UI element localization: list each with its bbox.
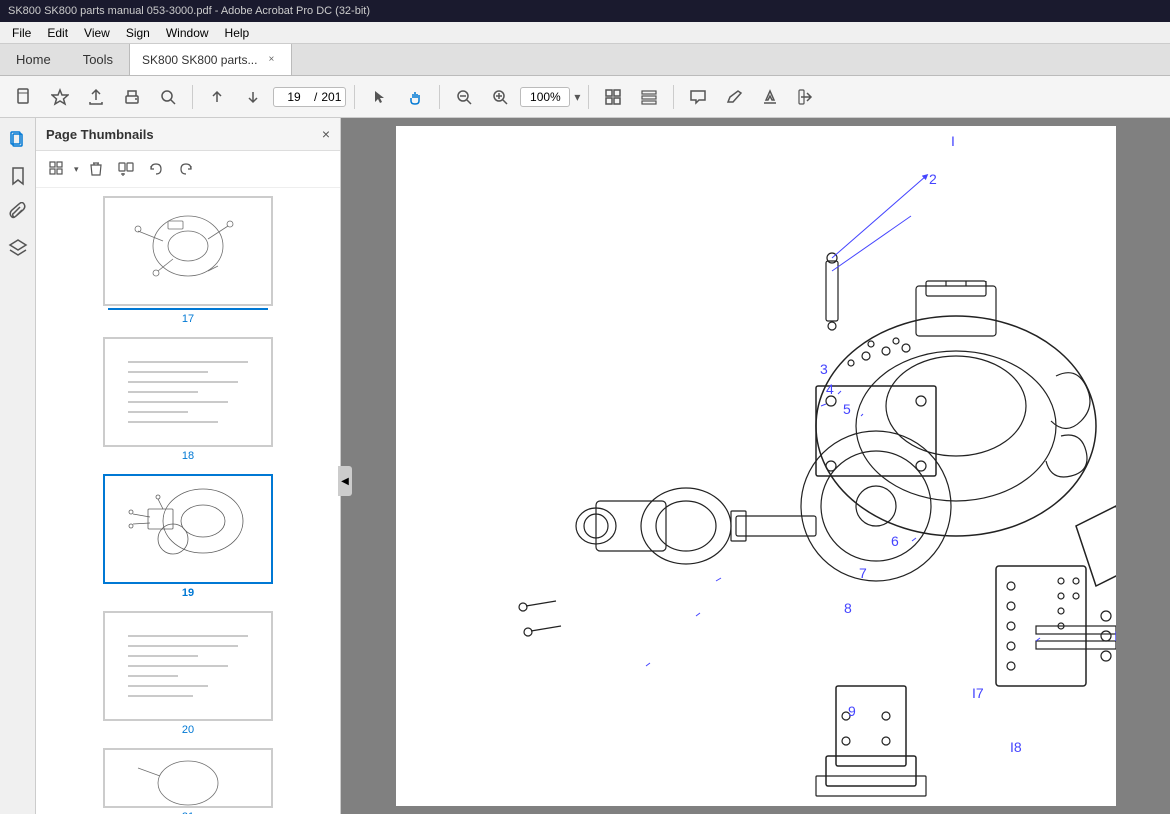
zoom-in-button[interactable] (484, 82, 516, 112)
page-separator: / (314, 90, 317, 104)
svg-text:3: 3 (820, 361, 828, 377)
next-page-button[interactable] (237, 82, 269, 112)
sep5 (673, 85, 674, 109)
thumbnails-container: 17 (36, 188, 340, 814)
page-nav: / 201 (273, 87, 346, 107)
thumbnails-panel: Page Thumbnails × ▾ (36, 118, 341, 814)
tab-tools[interactable]: Tools (67, 44, 129, 75)
main-content: Page Thumbnails × ▾ (0, 118, 1170, 814)
search-button[interactable] (152, 82, 184, 112)
thumbnail-label-20: 20 (182, 724, 194, 736)
zoom-input[interactable] (520, 87, 570, 107)
layers-panel-icon[interactable] (4, 234, 32, 262)
menu-bar: File Edit View Sign Window Help (0, 22, 1170, 44)
svg-text:9: 9 (848, 703, 856, 719)
tab-home[interactable]: Home (0, 44, 67, 75)
zoom-controls: ▾ (520, 87, 580, 107)
panel-undo-button[interactable] (143, 157, 169, 181)
thumbnail-wrapper-20 (103, 611, 273, 721)
star-button[interactable] (44, 82, 76, 112)
sep4 (588, 85, 589, 109)
sep2 (354, 85, 355, 109)
panel-insert-button[interactable] (113, 157, 139, 181)
page-input[interactable] (278, 90, 310, 104)
zoom-out-button[interactable] (448, 82, 480, 112)
thumbnail-label-19: 19 (182, 587, 194, 599)
thumbnail-page-17[interactable]: 17 (44, 196, 332, 325)
menu-file[interactable]: File (4, 24, 39, 42)
new-button[interactable] (8, 82, 40, 112)
print-button[interactable] (116, 82, 148, 112)
upload-button[interactable] (80, 82, 112, 112)
icon-strip (0, 118, 36, 814)
page-total: 201 (321, 90, 341, 104)
svg-text:I0: I0 (1114, 628, 1116, 644)
toolbar: / 201 ▾ (0, 76, 1170, 118)
pencil-button[interactable] (718, 82, 750, 112)
thumbnail-wrapper-21 (103, 748, 273, 808)
menu-sign[interactable]: Sign (118, 24, 158, 42)
tab-document-label: SK800 SK800 parts... (142, 53, 257, 67)
pages-panel-icon[interactable] (4, 126, 32, 154)
svg-text:4: 4 (826, 381, 834, 397)
thumbnail-label-17: 17 (182, 313, 194, 325)
title-bar: SK800 SK800 parts manual 053-3000.pdf - … (0, 0, 1170, 22)
thumbnail-wrapper-17 (103, 196, 273, 306)
svg-text:I7: I7 (972, 685, 984, 701)
svg-text:7: 7 (859, 565, 867, 581)
comment-button[interactable] (682, 82, 714, 112)
thumbnail-wrapper-18 (103, 337, 273, 447)
tab-bar: Home Tools SK800 SK800 parts... × (0, 44, 1170, 76)
tab-document[interactable]: SK800 SK800 parts... × (129, 44, 292, 75)
attachments-panel-icon[interactable] (4, 198, 32, 226)
menu-edit[interactable]: Edit (39, 24, 76, 42)
highlight-button[interactable] (754, 82, 786, 112)
panel-grid-button[interactable] (44, 157, 70, 181)
thumbnail-page-21[interactable]: 21 (44, 748, 332, 814)
tab-close-button[interactable]: × (263, 52, 279, 68)
thumbnail-page-20[interactable]: 20 (44, 611, 332, 736)
svg-text:I8: I8 (1010, 739, 1022, 755)
panel-redo-button[interactable] (173, 157, 199, 181)
thumbnail-page-18[interactable]: 18 (44, 337, 332, 462)
hand-tool-button[interactable] (399, 82, 431, 112)
svg-text:I: I (951, 133, 955, 149)
panel-collapse-button[interactable]: ◀ (338, 466, 352, 496)
panel-delete-button[interactable] (83, 157, 109, 181)
bookmarks-panel-icon[interactable] (4, 162, 32, 190)
prev-page-button[interactable] (201, 82, 233, 112)
panel-toolbar: ▾ (36, 151, 340, 188)
thumbnail-page-19[interactable]: 19 (44, 474, 332, 599)
svg-text:6: 6 (891, 533, 899, 549)
svg-text:5: 5 (843, 401, 851, 417)
svg-text:8: 8 (844, 600, 852, 616)
pdf-page: I 2 3 4 5 6 7 8 9 I0 II I2 I2 I3 I4 I5 I… (396, 126, 1116, 806)
sep3 (439, 85, 440, 109)
sep1 (192, 85, 193, 109)
tool-grid-button[interactable] (597, 82, 629, 112)
select-tool-button[interactable] (363, 82, 395, 112)
thumbnail-wrapper-19 (103, 474, 273, 584)
tool-list-button[interactable] (633, 82, 665, 112)
pdf-area[interactable]: I 2 3 4 5 6 7 8 9 I0 II I2 I2 I3 I4 I5 I… (341, 118, 1170, 814)
share-button[interactable] (790, 82, 822, 112)
panel-header: Page Thumbnails × (36, 118, 340, 151)
zoom-dropdown-arrow[interactable]: ▾ (574, 90, 580, 104)
menu-window[interactable]: Window (158, 24, 217, 42)
menu-help[interactable]: Help (217, 24, 258, 42)
title-text: SK800 SK800 parts manual 053-3000.pdf - … (8, 5, 370, 17)
thumbnail-label-18: 18 (182, 450, 194, 462)
menu-view[interactable]: View (76, 24, 118, 42)
svg-text:2: 2 (929, 171, 937, 187)
panel-close-button[interactable]: × (322, 126, 330, 142)
panel-title: Page Thumbnails (46, 127, 154, 142)
